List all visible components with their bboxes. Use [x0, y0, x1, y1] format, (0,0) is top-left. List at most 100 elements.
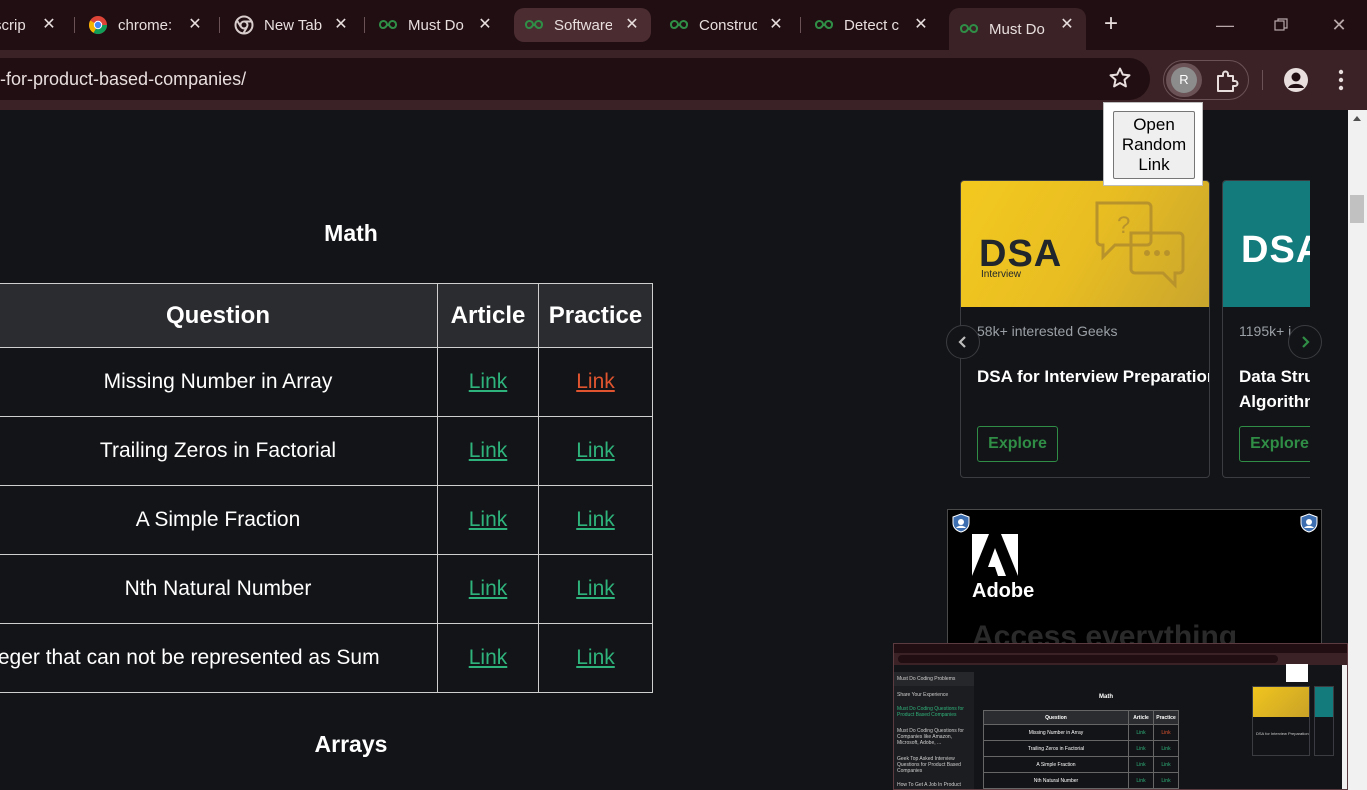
practice-link[interactable]: Link	[576, 439, 615, 462]
puzzle-icon[interactable]	[1214, 68, 1240, 94]
carousel-next-button[interactable]	[1288, 325, 1322, 359]
tab-software[interactable]: Software ✕	[514, 8, 651, 42]
tab-separator	[74, 17, 75, 33]
thumb-side-item: Geek Top Asked Interview Questions for P…	[897, 756, 961, 774]
question-text: Nth Natural Number	[124, 577, 312, 600]
minimize-button[interactable]: —	[1210, 12, 1240, 38]
thumb-link: Link	[1153, 772, 1179, 789]
ad-shield-icon[interactable]	[1299, 513, 1319, 533]
chevron-left-icon	[958, 336, 966, 348]
close-icon[interactable]: ✕	[767, 16, 785, 34]
practice-link[interactable]: Link	[576, 508, 615, 531]
tab-must-do-2[interactable]: Must Do ✕	[949, 8, 1086, 50]
bookmark-star-icon[interactable]	[1108, 66, 1134, 92]
section-title-math: Math	[324, 220, 378, 246]
scrollbar-thumb[interactable]	[1350, 195, 1364, 223]
open-random-link-button[interactable]: Open Random Link	[1113, 111, 1195, 179]
random-link-extension-button[interactable]: R	[1166, 63, 1202, 97]
thumb-card-title: DSA for Interview Preparation	[1256, 731, 1309, 736]
practice-link[interactable]: Link	[576, 577, 615, 600]
restore-button[interactable]	[1266, 12, 1296, 38]
explore-button[interactable]: Explore	[1239, 426, 1310, 462]
thumb-link: Link	[1128, 724, 1154, 741]
tab-title: Must Do	[408, 16, 464, 34]
practice-cell: Link	[538, 485, 653, 555]
toolbar-separator	[1262, 70, 1263, 90]
card-banner: ? DSA Interview	[961, 181, 1209, 307]
article-cell: Link	[437, 347, 539, 417]
tab-construct[interactable]: Construc ✕	[669, 8, 795, 42]
tab-must-do-1[interactable]: Must Do ✕	[378, 8, 504, 42]
tab-title: Construc	[699, 16, 757, 34]
article-link[interactable]: Link	[469, 370, 508, 393]
article-link[interactable]: Link	[469, 646, 508, 669]
header-practice: Practice	[538, 283, 653, 348]
thumb-row: A Simple Fraction Link Link	[983, 756, 1179, 773]
article-cell: Link	[437, 554, 539, 624]
tab-title: chrome:	[118, 16, 173, 34]
thumb-link: Link	[1128, 772, 1154, 789]
card-title-line: Data Struc	[1239, 367, 1310, 386]
profile-icon[interactable]	[1283, 67, 1309, 93]
thumb-link: Link	[1153, 756, 1179, 773]
tab-script[interactable]: scrip ✕	[0, 8, 68, 42]
gfg-icon	[669, 15, 689, 35]
address-bar[interactable]: -for-product-based-companies/	[0, 58, 1150, 100]
thumb-question: Missing Number in Array	[983, 724, 1129, 741]
question-text-wrap: e Integer that can not be represented as…	[0, 646, 437, 670]
card-banner-text: DSA	[1241, 229, 1310, 271]
close-icon[interactable]: ✕	[332, 16, 350, 34]
close-icon[interactable]: ✕	[1058, 16, 1076, 34]
extension-popup: Open Random Link	[1103, 102, 1203, 186]
thumb-table: Question Article Practice Missing Number…	[983, 710, 1179, 789]
chrome-outline-icon	[234, 15, 254, 35]
thumb-question: Nth Natural Number	[983, 772, 1129, 789]
scroll-up-arrow-icon[interactable]	[1353, 116, 1361, 121]
ad-shield-icon[interactable]	[951, 513, 971, 533]
close-window-button[interactable]: ✕	[1324, 12, 1354, 38]
close-icon[interactable]: ✕	[40, 16, 58, 34]
url-text[interactable]: -for-product-based-companies/	[0, 69, 246, 90]
article-link[interactable]: Link	[469, 577, 508, 600]
thumb-side-heading: Must Do Coding Problems	[897, 676, 956, 682]
practice-link[interactable]: Link	[576, 646, 615, 669]
svg-text:?: ?	[1117, 212, 1130, 239]
close-icon[interactable]: ✕	[186, 16, 204, 34]
toolbar: -for-product-based-companies/ R	[0, 50, 1367, 110]
carousel-prev-button[interactable]	[946, 325, 980, 359]
tab-chrome[interactable]: chrome: ✕	[88, 8, 214, 42]
chat-bubbles-icon: ?	[1095, 201, 1185, 289]
thumb-question: Trailing Zeros in Factorial	[983, 740, 1129, 757]
chrome-icon	[88, 15, 108, 35]
close-icon[interactable]: ✕	[912, 16, 930, 34]
gfg-icon	[959, 19, 979, 39]
tab-detect[interactable]: Detect c ✕	[814, 8, 940, 42]
card-banner: DSA	[1223, 181, 1310, 307]
tab-title: Must Do	[989, 20, 1045, 38]
thumb-row: Nth Natural Number Link Link	[983, 772, 1179, 789]
new-tab-button[interactable]: +	[1099, 12, 1123, 37]
button-label-line: Link	[1138, 155, 1170, 174]
thumb-side-item: How To Get A Job In Product	[897, 782, 961, 788]
thumb-link: Link	[1128, 756, 1154, 773]
menu-icon[interactable]	[1331, 67, 1351, 93]
thumb-header-row: Question Article Practice	[983, 710, 1179, 725]
close-icon[interactable]: ✕	[476, 16, 494, 34]
page-scrollbar[interactable]	[1348, 110, 1367, 790]
screen-preview-thumbnail[interactable]: Must Do Coding Problems Share Your Exper…	[893, 643, 1348, 790]
explore-button[interactable]: Explore	[977, 426, 1058, 462]
course-card-dsa-interview[interactable]: ? DSA Interview 58k+ interested Geeks DS…	[960, 180, 1210, 478]
tab-new-tab[interactable]: New Tab ✕	[234, 8, 360, 42]
card-banner-subtext: Interview	[981, 269, 1022, 280]
thumb-scrollbar	[1342, 665, 1347, 789]
question-text: A Simple Fraction	[135, 508, 301, 531]
thumb-link: Link	[1153, 740, 1179, 757]
card-title-line: Algorithm	[1239, 392, 1310, 411]
close-icon[interactable]: ✕	[623, 16, 641, 34]
button-label-line: Random	[1121, 135, 1187, 154]
article-link[interactable]: Link	[469, 439, 508, 462]
tab-strip: scrip ✕ chrome: ✕ New Tab ✕ Must Do ✕ So…	[0, 0, 1367, 50]
practice-link[interactable]: Link	[576, 370, 615, 393]
article-link[interactable]: Link	[469, 508, 508, 531]
question-cell: A Simple Fraction	[0, 485, 438, 555]
